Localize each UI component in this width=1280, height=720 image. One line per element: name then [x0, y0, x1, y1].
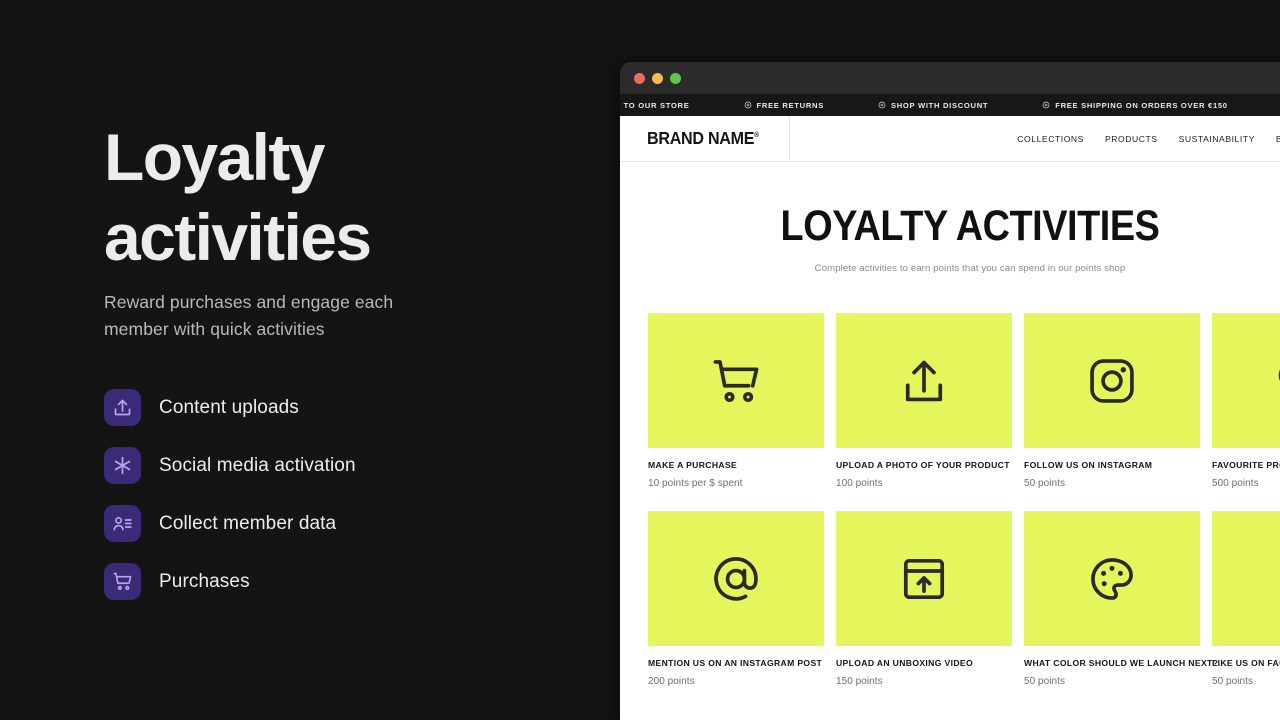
- announcement-text: FREE SHIPPING ON ORDERS OVER €150: [1055, 101, 1227, 110]
- screenshot-stage: Loyalty activities Reward purchases and …: [0, 0, 1280, 720]
- close-window-button[interactable]: [634, 73, 645, 84]
- activity-card[interactable]: UPLOAD AN UNBOXING VIDEO 150 points: [836, 511, 1012, 687]
- brand-logo[interactable]: BRAND NAME®: [620, 116, 790, 161]
- announcement-text: FREE RETURNS: [757, 101, 824, 110]
- activity-card[interactable]: MENTION US ON AN INSTAGRAM POST 200 poin…: [648, 511, 824, 687]
- feature-label: Purchases: [159, 571, 250, 593]
- card-title: UPLOAD A PHOTO OF YOUR PRODUCT: [836, 460, 1012, 470]
- activity-card[interactable]: LIKE US ON FACEBOOK 50 points: [1212, 511, 1280, 687]
- at-sign-icon: [710, 553, 762, 605]
- activity-card[interactable]: WHAT COLOR SHOULD WE LAUNCH NEXT? 50 poi…: [1024, 511, 1200, 687]
- browser-window: E TO OUR STORE FREE RETURNS SHOP WITH DI…: [620, 62, 1280, 720]
- card-title: FOLLOW US ON INSTAGRAM: [1024, 460, 1200, 470]
- card-points: 50 points: [1024, 676, 1200, 687]
- card-artwork: [1024, 511, 1200, 646]
- card-points: 50 points: [1024, 478, 1200, 489]
- announcement-text: SHOP WITH DISCOUNT: [891, 101, 988, 110]
- feature-item-content-uploads: Content uploads: [104, 389, 356, 426]
- announcement-item: WELCOME TO OUR STORE: [1255, 101, 1280, 110]
- feature-label: Social media activation: [159, 455, 356, 477]
- card-artwork: [1212, 313, 1280, 448]
- card-points: 10 points per $ spent: [648, 478, 824, 489]
- announcement-track: E TO OUR STORE FREE RETURNS SHOP WITH DI…: [620, 101, 1280, 110]
- card-artwork: [1024, 313, 1200, 448]
- nav-item-collections[interactable]: COLLECTIONS: [1017, 134, 1084, 144]
- registered-mark: ®: [754, 132, 758, 139]
- card-points: 150 points: [836, 676, 1012, 687]
- feature-item-social-media-activation: Social media activation: [104, 447, 356, 484]
- minimize-window-button[interactable]: [652, 73, 663, 84]
- announcement-bar: E TO OUR STORE FREE RETURNS SHOP WITH DI…: [620, 94, 1280, 116]
- card-points: 50 points: [1212, 676, 1280, 687]
- activity-card[interactable]: MAKE A PURCHASE 10 points per $ spent: [648, 313, 824, 489]
- card-title: MAKE A PURCHASE: [648, 460, 824, 470]
- card-title: WHAT COLOR SHOULD WE LAUNCH NEXT?: [1024, 658, 1200, 668]
- card-title: MENTION US ON AN INSTAGRAM POST: [648, 658, 824, 668]
- loyalty-page-title: LOYALTY ACTIVITIES: [662, 205, 1278, 248]
- card-title: LIKE US ON FACEBOOK: [1212, 658, 1280, 668]
- announcement-text: E TO OUR STORE: [620, 101, 690, 110]
- announcement-item: FREE SHIPPING ON ORDERS OVER €150: [1015, 101, 1254, 110]
- left-promo-panel: Loyalty activities Reward purchases and …: [0, 0, 620, 720]
- card-title: FAVOURITE PRODUCT: [1212, 460, 1280, 470]
- card-artwork: [648, 511, 824, 646]
- activity-card[interactable]: UPLOAD A PHOTO OF YOUR PRODUCT 100 point…: [836, 313, 1012, 489]
- feature-item-purchases: Purchases: [104, 563, 356, 600]
- page-title: Loyalty activities: [104, 118, 371, 278]
- nav-item-sustainability[interactable]: SUSTAINABILITY: [1179, 134, 1255, 144]
- heart-icon: [1274, 355, 1280, 407]
- feature-item-collect-member-data: Collect member data: [104, 505, 356, 542]
- badge-icon: [744, 101, 752, 109]
- instagram-icon: [1086, 355, 1138, 407]
- announcement-item: FREE RETURNS: [717, 101, 851, 110]
- card-artwork: [648, 313, 824, 448]
- badge-icon: [1042, 101, 1050, 109]
- website-viewport: E TO OUR STORE FREE RETURNS SHOP WITH DI…: [620, 94, 1280, 720]
- contact-card-icon: [104, 505, 141, 542]
- main-navigation: COLLECTIONS PRODUCTS SUSTAINABILITY BLOG: [790, 116, 1280, 161]
- card-points: 100 points: [836, 478, 1012, 489]
- loyalty-page-subtitle: Complete activities to earn points that …: [620, 263, 1280, 274]
- nav-item-blog[interactable]: BLOG: [1276, 134, 1280, 144]
- card-title: UPLOAD AN UNBOXING VIDEO: [836, 658, 1012, 668]
- announcement-item: E TO OUR STORE: [620, 101, 717, 110]
- upload-icon: [898, 355, 950, 407]
- card-artwork: [836, 313, 1012, 448]
- card-points: 200 points: [648, 676, 824, 687]
- page-title-line-2: activities: [104, 200, 371, 274]
- maximize-window-button[interactable]: [670, 73, 681, 84]
- facebook-icon: [1274, 553, 1280, 605]
- announcement-item: SHOP WITH DISCOUNT: [851, 101, 1015, 110]
- brand-logo-text: BRAND NAME: [647, 128, 754, 148]
- card-artwork: [1212, 511, 1280, 646]
- card-artwork: [836, 511, 1012, 646]
- activity-card[interactable]: FAVOURITE PRODUCT 500 points: [1212, 313, 1280, 489]
- shopping-cart-icon: [104, 563, 141, 600]
- feature-list: Content uploads Social media activation: [104, 389, 356, 600]
- package-upload-icon: [898, 553, 950, 605]
- asterisk-icon: [104, 447, 141, 484]
- badge-icon: [878, 101, 886, 109]
- upload-icon: [104, 389, 141, 426]
- activity-card-grid: MAKE A PURCHASE 10 points per $ spent UP…: [620, 313, 1280, 687]
- activity-card[interactable]: FOLLOW US ON INSTAGRAM 50 points: [1024, 313, 1200, 489]
- page-title-line-1: Loyalty: [104, 120, 324, 194]
- feature-label: Collect member data: [159, 513, 336, 535]
- browser-titlebar: [620, 62, 1280, 94]
- feature-label: Content uploads: [159, 397, 299, 419]
- nav-item-products[interactable]: PRODUCTS: [1105, 134, 1158, 144]
- card-points: 500 points: [1212, 478, 1280, 489]
- page-subtitle: Reward purchases and engage each member …: [104, 289, 449, 342]
- site-header: BRAND NAME® COLLECTIONS PRODUCTS SUSTAIN…: [620, 116, 1280, 162]
- loyalty-page-heading: LOYALTY ACTIVITIES Complete activities t…: [620, 162, 1280, 274]
- palette-icon: [1086, 553, 1138, 605]
- shopping-cart-icon: [710, 355, 762, 407]
